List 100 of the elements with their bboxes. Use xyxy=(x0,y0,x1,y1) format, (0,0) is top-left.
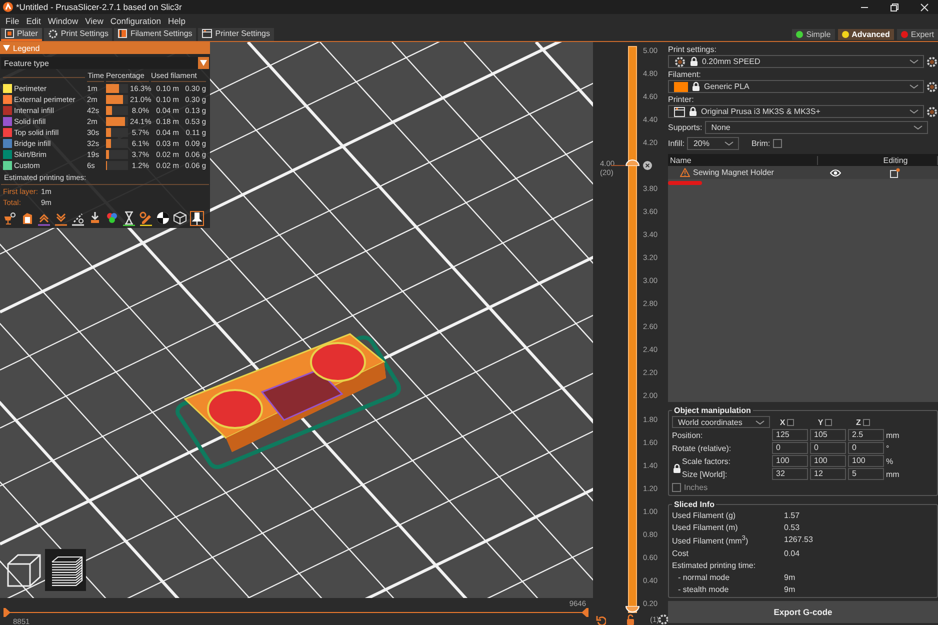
layers-view-button[interactable] xyxy=(45,549,86,591)
slider-thumb[interactable] xyxy=(625,159,640,166)
color-dots-icon[interactable] xyxy=(105,211,119,226)
tab[interactable]: Printer Settings xyxy=(198,28,274,41)
settings-icon[interactable] xyxy=(926,80,938,92)
chevron-down-icon xyxy=(909,108,919,115)
dropdown[interactable]: Original Prusa i3 MK3S & MK3S+ xyxy=(668,105,924,118)
menu-item[interactable]: Help xyxy=(164,16,189,26)
arrow-down-icon[interactable] xyxy=(88,211,102,226)
input-field[interactable]: 0 xyxy=(810,442,846,454)
field-label: Printer: xyxy=(668,95,695,105)
gear-icon xyxy=(48,28,58,38)
axis-toggle-icon[interactable] xyxy=(787,418,794,426)
mode-button[interactable]: Advanced xyxy=(838,29,894,40)
window-title: *Untitled - PrusaSlicer-2.7.1 based on Slic3r xyxy=(16,2,183,12)
field-label: Position: xyxy=(672,430,703,440)
restore-icon xyxy=(890,2,899,12)
input-field[interactable]: 105 xyxy=(810,429,846,442)
tab[interactable]: Plater xyxy=(1,28,42,41)
axis-toggle-icon[interactable] xyxy=(825,418,832,426)
menu-item[interactable]: Window xyxy=(44,16,82,26)
mode-button[interactable]: Expert xyxy=(896,29,938,40)
field-label: Size [World]: xyxy=(682,470,728,479)
field-label: Supports: xyxy=(668,122,702,132)
dropdown[interactable]: 20% xyxy=(687,136,740,150)
cube-icon xyxy=(6,552,42,588)
target-icon[interactable] xyxy=(156,211,170,226)
view-type-dropdown[interactable]: Feature type xyxy=(1,57,209,69)
menu-item[interactable]: View xyxy=(82,16,107,26)
chevron-down-icon xyxy=(909,58,919,65)
input-field[interactable]: 5 xyxy=(848,468,884,480)
cube-outline-icon[interactable] xyxy=(173,211,187,226)
settings-icon[interactable] xyxy=(658,614,669,625)
slider-thumb[interactable] xyxy=(582,608,588,617)
info-value: 0.04 xyxy=(784,549,801,558)
collapse-triangle-icon[interactable] xyxy=(3,45,10,51)
mode-button[interactable]: Simple xyxy=(792,29,835,40)
info-value: 9m xyxy=(784,573,796,582)
field-label: Rotate (relative): xyxy=(672,444,732,453)
warning-icon xyxy=(680,168,690,177)
input-field[interactable]: 125 xyxy=(772,429,808,442)
dropdown[interactable]: None xyxy=(705,120,928,134)
filament-color-swatch xyxy=(674,82,688,92)
dropdown[interactable]: World coordinates xyxy=(672,416,770,428)
info-value: 1267.53 xyxy=(784,535,814,546)
inches-checkbox[interactable] xyxy=(672,483,681,492)
info-value: 0.53 xyxy=(784,523,801,532)
section-title: Object manipulation xyxy=(673,406,752,416)
delete-tick-button[interactable] xyxy=(643,161,653,170)
menu-item[interactable]: Edit xyxy=(22,16,44,26)
chevron-up-icon[interactable] xyxy=(37,211,51,226)
input-field[interactable]: 12 xyxy=(810,468,846,480)
dropdown[interactable]: Generic PLA xyxy=(668,80,924,93)
axis-toggle-icon[interactable] xyxy=(862,418,870,426)
settings-icon[interactable] xyxy=(926,56,938,68)
warning-underline xyxy=(668,181,702,185)
edit-icon[interactable] xyxy=(890,168,900,178)
info-value: 9m xyxy=(784,585,796,594)
menu-item[interactable]: Configuration xyxy=(106,16,164,26)
object-name[interactable]: Sewing Magnet Holder xyxy=(693,168,774,177)
input-field[interactable]: 100 xyxy=(810,455,846,468)
chevron-down-icon xyxy=(913,124,924,130)
eye-icon[interactable] xyxy=(830,168,840,176)
slider-thumb[interactable] xyxy=(4,608,10,617)
dropdown[interactable]: 0.20mm SPEED xyxy=(668,55,924,68)
input-field[interactable]: 100 xyxy=(772,455,808,468)
gear-icon xyxy=(674,56,686,68)
info-label: Used Filament (m) xyxy=(672,523,739,532)
hourglass-icon[interactable] xyxy=(122,211,136,226)
settings-icon[interactable] xyxy=(926,106,938,118)
info-label: - stealth mode xyxy=(677,585,730,594)
axis-label: X xyxy=(780,418,786,427)
slider-thumb[interactable] xyxy=(625,606,640,613)
info-label: - normal mode xyxy=(677,573,731,582)
menu-item[interactable]: File xyxy=(2,16,23,26)
info-label: Estimated printing time: xyxy=(672,561,757,570)
input-field[interactable]: 0 xyxy=(848,442,884,454)
info-label: Used Filament (g) xyxy=(672,511,737,520)
input-field[interactable]: 32 xyxy=(772,468,808,480)
layer-slider-track[interactable] xyxy=(628,46,637,613)
input-field[interactable]: 100 xyxy=(848,455,884,468)
unit-label: ° xyxy=(886,444,890,453)
dropdown-arrow-icon xyxy=(200,60,207,66)
input-field[interactable]: 0 xyxy=(772,442,808,454)
lock-icon xyxy=(691,81,701,92)
chevron-down-icon xyxy=(724,140,734,146)
field-label: Print settings: xyxy=(668,45,718,55)
chevron-down-icon[interactable] xyxy=(54,211,68,226)
input-field[interactable]: 2.5 xyxy=(848,429,884,442)
pin-icon[interactable] xyxy=(190,211,204,226)
undo-icon[interactable] xyxy=(596,614,606,624)
pencil-icon[interactable] xyxy=(139,211,153,226)
brim-checkbox[interactable] xyxy=(773,138,782,148)
lock-icon[interactable] xyxy=(626,614,635,625)
dashed-line-icon[interactable] xyxy=(71,211,85,226)
tab[interactable]: Filament Settings xyxy=(114,28,196,41)
app-logo-icon xyxy=(3,2,13,12)
close-icon xyxy=(920,2,929,12)
export-gcode-button[interactable]: Export G-code xyxy=(668,601,938,623)
tab[interactable]: Print Settings xyxy=(44,28,112,41)
